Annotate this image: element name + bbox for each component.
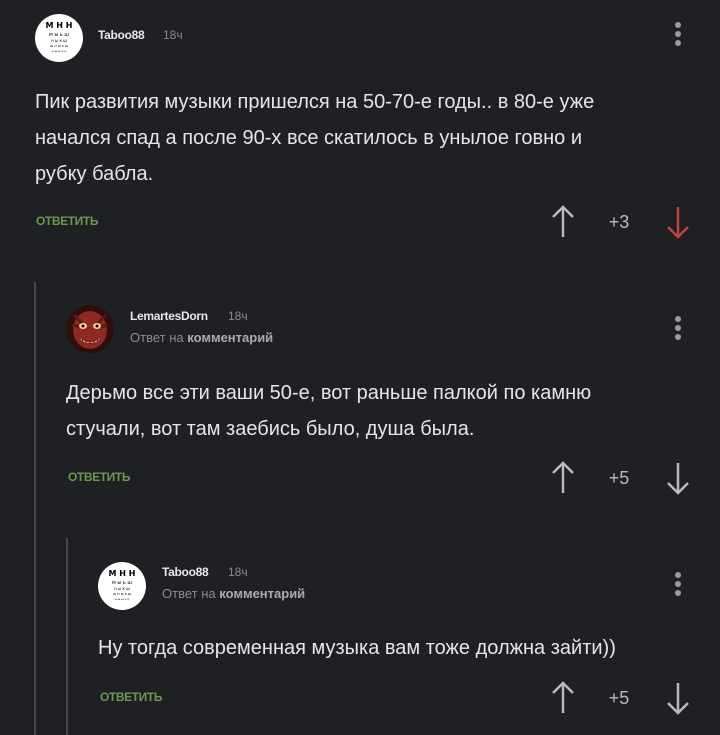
rating-value: +5 bbox=[608, 688, 630, 708]
reply-to-target[interactable]: комментарий bbox=[219, 586, 305, 601]
svg-text:н ы к ш: н ы к ш bbox=[114, 586, 130, 591]
timestamp: 18ч bbox=[228, 565, 248, 579]
eye-chart-avatar[interactable]: М Н Н м ы ь ш н ы к ш ш н ы ь ш н ш ы к … bbox=[98, 562, 146, 610]
svg-text:М Н Н: М Н Н bbox=[109, 569, 136, 578]
comment-body: Ну тогда современная музыка вам тоже дол… bbox=[98, 630, 616, 666]
more-options-icon[interactable] bbox=[668, 566, 688, 602]
username[interactable]: Taboo88 bbox=[162, 565, 209, 579]
svg-text:н ш ы к н: н ш ы к н bbox=[115, 597, 130, 601]
comment-reply-nested: М Н Н м ы ь ш н ы к ш ш н ы ь ш н ш ы к … bbox=[0, 0, 720, 735]
comment-line: Ну тогда современная музыка вам тоже дол… bbox=[98, 637, 616, 659]
reply-button[interactable]: ОТВЕТИТЬ bbox=[100, 690, 162, 704]
svg-text:ш н ы ь ш: ш н ы ь ш bbox=[113, 592, 131, 596]
reply-to-prefix: Ответ на bbox=[162, 586, 216, 601]
reply-to-link[interactable]: Ответ на комментарий bbox=[162, 586, 305, 601]
downvote-arrow-icon[interactable] bbox=[663, 680, 693, 716]
upvote-arrow-icon[interactable] bbox=[548, 680, 578, 716]
